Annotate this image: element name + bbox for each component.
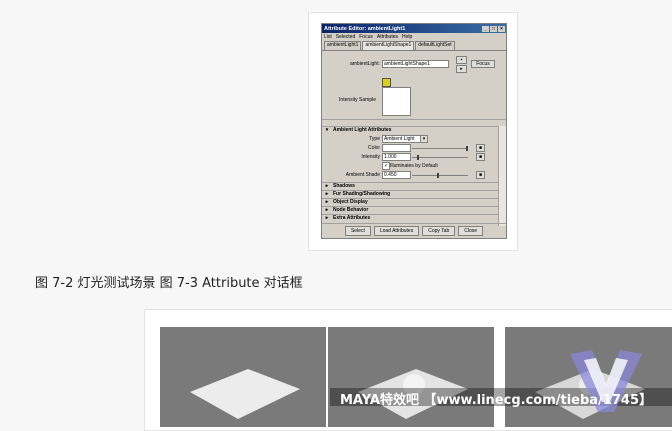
section-fur-shading[interactable]: ▸ Fur Shading/Shadowing — [322, 190, 498, 198]
intensity-sample-label: Intensity Sample — [339, 97, 376, 103]
color-label: Color — [368, 145, 380, 151]
ambient-shade-slider-thumb[interactable] — [437, 173, 439, 178]
chevron-down-icon[interactable]: ▾ — [420, 135, 428, 143]
section-title: Ambient Light Attributes — [333, 127, 392, 133]
collapsed-triangle-icon: ▸ — [325, 215, 329, 221]
map-button-icon[interactable]: ■ — [476, 144, 485, 152]
intensity-slider-thumb[interactable] — [417, 155, 419, 160]
section-title: Extra Attributes — [333, 215, 371, 221]
minimize-icon[interactable]: _ — [482, 25, 489, 32]
menu-selected[interactable]: Selected — [336, 34, 355, 40]
menu-bar: List Selected Focus Attributes Help — [322, 33, 506, 40]
menu-attributes[interactable]: Attributes — [377, 34, 398, 40]
load-attributes-button[interactable]: Load Attributes — [373, 226, 420, 236]
collapsed-triangle-icon: ▸ — [325, 199, 329, 205]
close-icon[interactable]: × — [498, 25, 505, 32]
vertical-scrollbar[interactable] — [498, 126, 506, 226]
section-title: Node Behavior — [333, 207, 369, 213]
copy-icon[interactable]: ▪ — [456, 56, 467, 64]
section-title: Shadows — [333, 183, 355, 189]
attribute-scroll-area[interactable]: ▾ Ambient Light Attributes Type Ambient L… — [322, 126, 498, 226]
menu-list[interactable]: List — [324, 34, 332, 40]
type-dropdown[interactable]: Ambient Light — [382, 135, 421, 143]
render-plane-image — [190, 369, 300, 419]
focus-button[interactable]: Focus — [471, 60, 495, 68]
button-bar: Select Load Attributes Copy Tab Close — [322, 223, 506, 238]
node-label: ambientLight: — [349, 61, 380, 67]
intensity-label: Intensity — [361, 154, 380, 160]
menu-focus[interactable]: Focus — [359, 34, 373, 40]
intensity-sample-swatch — [382, 87, 411, 116]
render-image — [328, 327, 494, 427]
section-title: Fur Shading/Shadowing — [333, 191, 391, 197]
render-image — [160, 327, 326, 427]
ambient-light-rows: Type Ambient Light ▾ Color ■ Intensity 1… — [322, 134, 498, 182]
maximize-icon[interactable]: □ — [490, 25, 497, 32]
tab-ambientlightshape1[interactable]: ambientLightShape1 — [362, 41, 415, 50]
tab-ambientlight1[interactable]: ambientLight1 — [324, 41, 362, 50]
section-title: Object Display — [333, 199, 368, 205]
goto-icon[interactable]: ▸ — [456, 65, 467, 73]
screenshot-frame: Attribute Editor: ambientLight1 _ □ × Li… — [308, 12, 518, 251]
section-shadows[interactable]: ▸ Shadows — [322, 182, 498, 190]
ambient-shade-slider[interactable] — [412, 175, 468, 176]
collapsed-triangle-icon: ▸ — [325, 183, 329, 189]
window-title: Attribute Editor: ambientLight1 — [324, 25, 406, 32]
map-button-icon[interactable]: ■ — [476, 153, 485, 161]
node-header: ambientLight: ambientLightShape1 ▪ ▸ Foc… — [322, 51, 506, 120]
section-node-behavior[interactable]: ▸ Node Behavior — [322, 206, 498, 214]
type-label: Type — [369, 136, 380, 142]
collapsed-triangle-icon: ▸ — [325, 191, 329, 197]
section-ambient-light-attributes[interactable]: ▾ Ambient Light Attributes — [322, 126, 498, 134]
section-extra-attributes[interactable]: ▸ Extra Attributes — [322, 214, 498, 222]
color-swatch[interactable] — [382, 144, 411, 152]
intensity-field[interactable]: 1.000 — [382, 153, 411, 161]
close-button[interactable]: Close — [458, 226, 484, 236]
expanded-triangle-icon: ▾ — [325, 127, 329, 133]
collapsed-triangle-icon: ▸ — [325, 207, 329, 213]
tab-defaultlightset[interactable]: defaultLightSet — [415, 41, 455, 50]
illuminates-checkbox[interactable]: ✓ — [382, 162, 390, 170]
ambient-shade-field[interactable]: 0.450 — [382, 171, 411, 179]
watermark-text: MAYA特效吧 【www.linecg.com/tieba/1745】 — [340, 393, 653, 408]
illuminates-label: Illuminates by Default — [390, 163, 438, 169]
render-sphere-image — [358, 369, 468, 419]
select-button[interactable]: Select — [344, 226, 371, 236]
intensity-slider[interactable] — [412, 157, 468, 158]
color-slider-thumb[interactable] — [466, 146, 468, 151]
copy-tab-button[interactable]: Copy Tab — [422, 226, 456, 236]
ambient-light-icon — [382, 78, 391, 87]
ambient-shade-label: Ambient Shade — [345, 172, 380, 178]
node-name-field[interactable]: ambientLightShape1 — [382, 60, 449, 68]
menu-help[interactable]: Help — [402, 34, 412, 40]
map-button-icon[interactable]: ■ — [476, 171, 485, 179]
section-object-display[interactable]: ▸ Object Display — [322, 198, 498, 206]
color-slider[interactable] — [412, 148, 468, 149]
attribute-editor-window: Attribute Editor: ambientLight1 _ □ × Li… — [321, 23, 507, 239]
tab-strip: ambientLight1 ambientLightShape1 default… — [322, 40, 506, 51]
figure-caption: 图 7-2 灯光测试场景 图 7-3 Attribute 对话框 — [35, 276, 303, 291]
title-bar: Attribute Editor: ambientLight1 _ □ × — [322, 24, 506, 33]
